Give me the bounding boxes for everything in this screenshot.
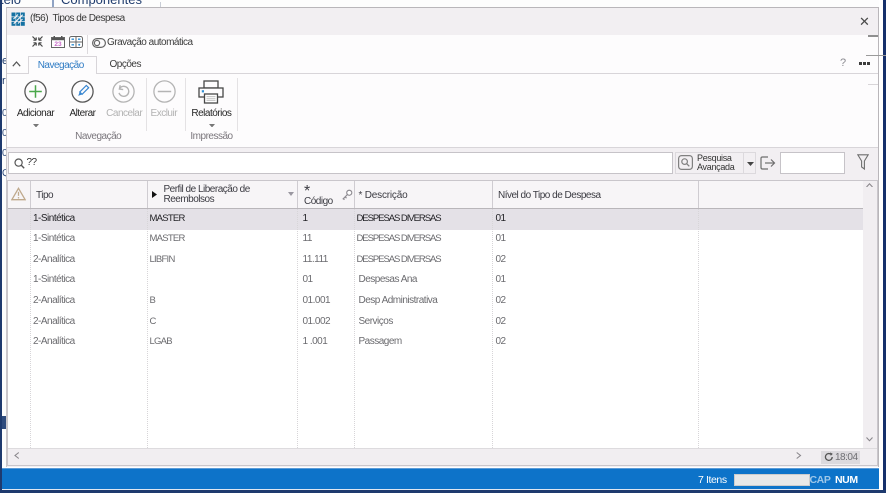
svg-text:23: 23 [54,41,62,48]
